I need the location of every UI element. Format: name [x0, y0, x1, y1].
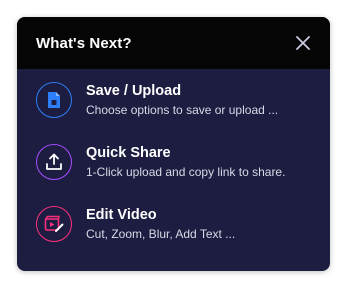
whats-next-dialog: What's Next? Save / Upload Choose option… — [17, 17, 330, 271]
save-upload-option[interactable]: Save / Upload Choose options to save or … — [17, 71, 330, 129]
video-edit-icon — [36, 206, 72, 242]
quick-share-option[interactable]: Quick Share 1-Click upload and copy link… — [17, 133, 330, 191]
upload-share-icon — [36, 144, 72, 180]
edit-video-option[interactable]: Edit Video Cut, Zoom, Blur, Add Text ... — [17, 195, 330, 253]
quick-share-title: Quick Share — [86, 145, 171, 161]
edit-video-title: Edit Video — [86, 207, 157, 223]
file-save-icon — [36, 82, 72, 118]
edit-video-description: Cut, Zoom, Blur, Add Text ... — [86, 227, 236, 241]
dialog-header: What's Next? — [17, 17, 330, 69]
close-button[interactable] — [294, 34, 312, 52]
quick-share-description: 1-Click upload and copy link to share. — [86, 165, 286, 179]
close-icon — [296, 36, 310, 50]
save-upload-title: Save / Upload — [86, 83, 182, 99]
dialog-title: What's Next? — [36, 34, 132, 52]
save-upload-description: Choose options to save or upload ... — [86, 103, 279, 117]
